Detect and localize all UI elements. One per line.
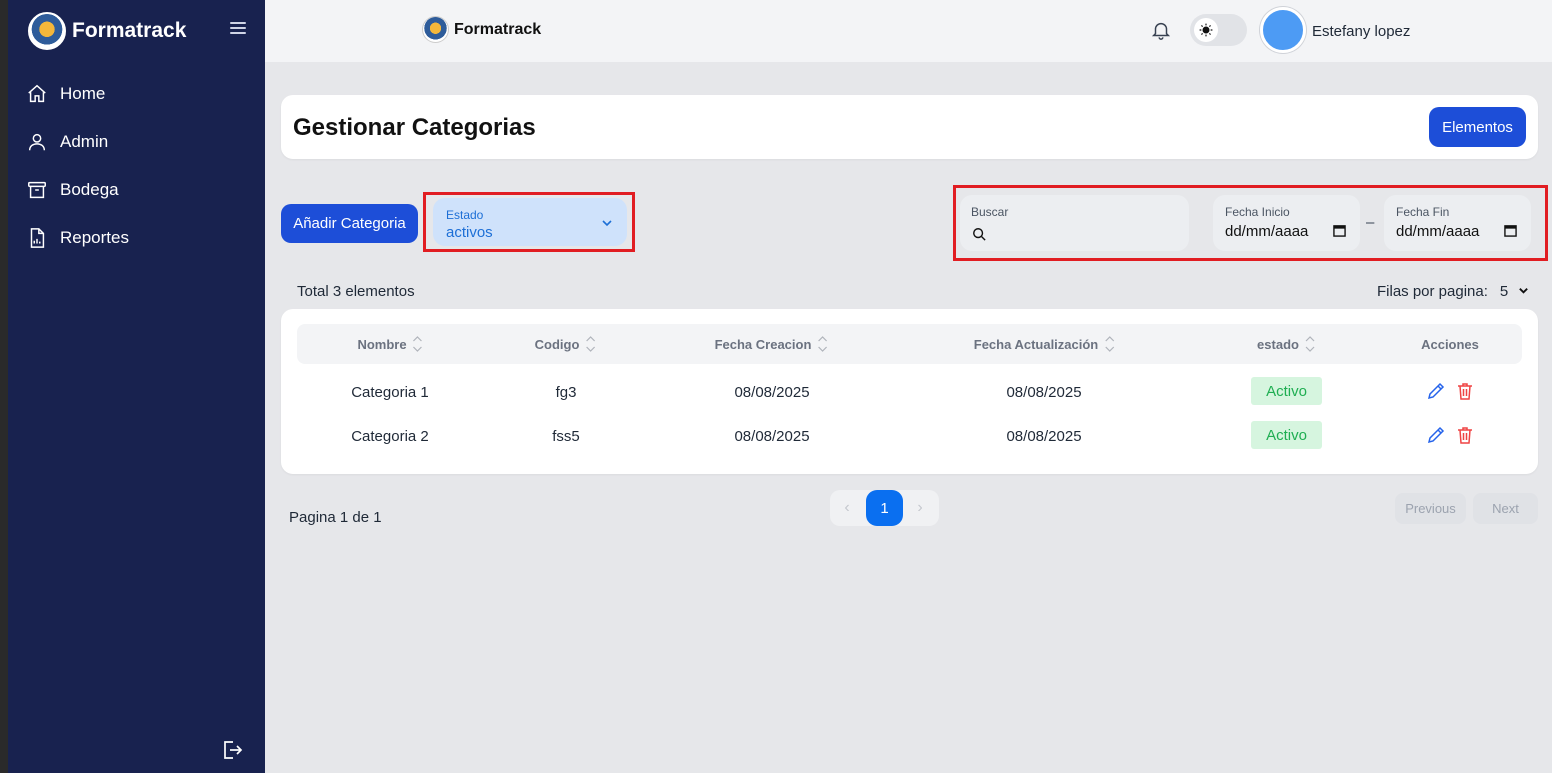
cell-codigo: fg3	[555, 384, 577, 401]
status-badge: Activo	[1251, 377, 1322, 405]
column-header-label: estado	[1257, 336, 1299, 352]
elementos-button[interactable]: Elementos	[1429, 107, 1526, 147]
estado-label: Estado	[446, 208, 484, 222]
search-input[interactable]: Buscar	[960, 195, 1189, 251]
fecha-fin-label: Fecha Fin	[1396, 205, 1450, 219]
calendar-icon[interactable]	[1333, 224, 1346, 237]
cell-codigo: fss5	[552, 428, 580, 445]
column-header-label: Acciones	[1421, 336, 1479, 352]
column-header-label: Nombre	[357, 336, 407, 352]
fecha-inicio-field[interactable]: Fecha Inicio dd/mm/aaaa	[1213, 195, 1360, 251]
cell-fecha-creacion: 08/08/2025	[734, 428, 810, 445]
sidebar-item-label: Admin	[60, 132, 109, 151]
cell-nombre: Categoria 1	[351, 384, 429, 401]
categories-table: Nombre Codigo Fecha Creacion Fecha Actua…	[281, 309, 1538, 474]
page-title: Gestionar Categorias	[293, 114, 536, 141]
brand-logo	[28, 12, 66, 50]
chevron-down-icon	[1518, 283, 1529, 300]
sidebar-item-bodega[interactable]: Bodega	[24, 166, 264, 214]
page-header-card: Gestionar Categorias Elementos	[281, 95, 1538, 159]
sidebar-nav: Home Admin Bodega Reportes	[24, 70, 264, 262]
sort-icon[interactable]	[413, 335, 423, 353]
trash-icon[interactable]	[1455, 381, 1475, 401]
sort-icon[interactable]	[817, 335, 827, 353]
column-header-fecha-actualizacion[interactable]: Fecha Actualización	[974, 324, 1115, 364]
previous-button[interactable]: Previous	[1395, 493, 1466, 524]
chevron-right-icon[interactable]: ›	[905, 490, 935, 526]
rows-per-page-value: 5	[1499, 283, 1509, 300]
sidebar-item-home[interactable]: Home	[24, 70, 264, 118]
total-count: Total 3 elementos	[297, 283, 415, 300]
sort-icon[interactable]	[1305, 335, 1315, 353]
topbar-brand: Formatrack	[422, 16, 541, 43]
estado-select[interactable]: Estado activos	[433, 198, 627, 246]
column-header-label: Codigo	[534, 336, 580, 352]
cell-fecha-actualizacion: 08/08/2025	[1006, 384, 1082, 401]
brand-name: Formatrack	[454, 20, 542, 38]
rows-per-page-select[interactable]: 5	[1500, 283, 1529, 300]
trash-icon[interactable]	[1455, 425, 1475, 445]
topbar: Formatrack Estefany lopez	[265, 0, 1552, 62]
fecha-inicio-label: Fecha Inicio	[1225, 205, 1290, 219]
fecha-fin-value: dd/mm/aaaa	[1396, 223, 1480, 240]
next-button[interactable]: Next	[1473, 493, 1538, 524]
search-icon	[972, 227, 986, 241]
column-header-label: Fecha Creacion	[714, 336, 812, 352]
status-badge: Activo	[1251, 421, 1322, 449]
rows-per-page-label: Filas por pagina:	[1377, 283, 1488, 300]
chevron-left-icon[interactable]: ‹	[832, 490, 862, 526]
bell-icon[interactable]	[1150, 19, 1172, 41]
sort-icon[interactable]	[1104, 335, 1114, 353]
sidebar-item-reportes[interactable]: Reportes	[24, 214, 264, 262]
page-info: Pagina 1 de 1	[289, 509, 382, 526]
sidebar-item-admin[interactable]: Admin	[24, 118, 264, 166]
menu-toggle-icon[interactable]	[230, 22, 246, 36]
sidebar-item-label: Bodega	[60, 180, 119, 199]
avatar[interactable]	[1260, 7, 1306, 53]
fecha-fin-field[interactable]: Fecha Fin dd/mm/aaaa	[1384, 195, 1531, 251]
home-icon	[26, 83, 48, 105]
logout-icon[interactable]	[220, 738, 244, 762]
pagination: ‹ 1 ›	[830, 490, 939, 526]
sidebar-item-label: Home	[60, 84, 106, 103]
column-header-label: Fecha Actualización	[973, 336, 1099, 352]
sidebar-item-label: Reportes	[60, 228, 129, 247]
column-header-nombre[interactable]: Nombre	[357, 324, 422, 364]
estado-value: activos	[446, 224, 493, 241]
archive-icon	[26, 179, 48, 201]
cell-fecha-actualizacion: 08/08/2025	[1006, 428, 1082, 445]
edit-icon[interactable]	[1426, 381, 1446, 401]
brand-name: Formatrack	[72, 19, 187, 42]
fecha-inicio-value: dd/mm/aaaa	[1225, 223, 1309, 240]
sort-icon[interactable]	[585, 335, 595, 353]
search-label: Buscar	[971, 205, 1009, 219]
report-icon	[26, 227, 48, 249]
sidebar-brand[interactable]: Formatrack	[28, 12, 186, 50]
user-name[interactable]: Estefany lopez	[1312, 23, 1410, 40]
cell-nombre: Categoria 2	[351, 428, 429, 445]
theme-toggle[interactable]	[1190, 14, 1247, 46]
calendar-icon[interactable]	[1504, 224, 1517, 237]
column-header-acciones: Acciones	[1421, 324, 1479, 364]
date-range-dash: –	[1366, 214, 1375, 231]
add-category-button[interactable]: Añadir Categoria	[281, 204, 418, 243]
chevron-down-icon	[601, 216, 613, 228]
rows-per-page: Filas por pagina: 5	[1377, 283, 1529, 300]
user-icon	[26, 131, 48, 153]
edit-icon[interactable]	[1426, 425, 1446, 445]
sun-icon	[1194, 18, 1218, 42]
cell-fecha-creacion: 08/08/2025	[734, 384, 810, 401]
sidebar: Formatrack Home Admin Bodega Reportes	[0, 0, 265, 773]
column-header-codigo[interactable]: Codigo	[535, 324, 596, 364]
column-header-estado[interactable]: estado	[1257, 324, 1315, 364]
page-button-1[interactable]: 1	[866, 490, 903, 526]
brand-logo	[422, 16, 449, 43]
column-header-fecha-creacion[interactable]: Fecha Creacion	[715, 324, 828, 364]
table-header: Nombre Codigo Fecha Creacion Fecha Actua…	[297, 324, 1522, 364]
